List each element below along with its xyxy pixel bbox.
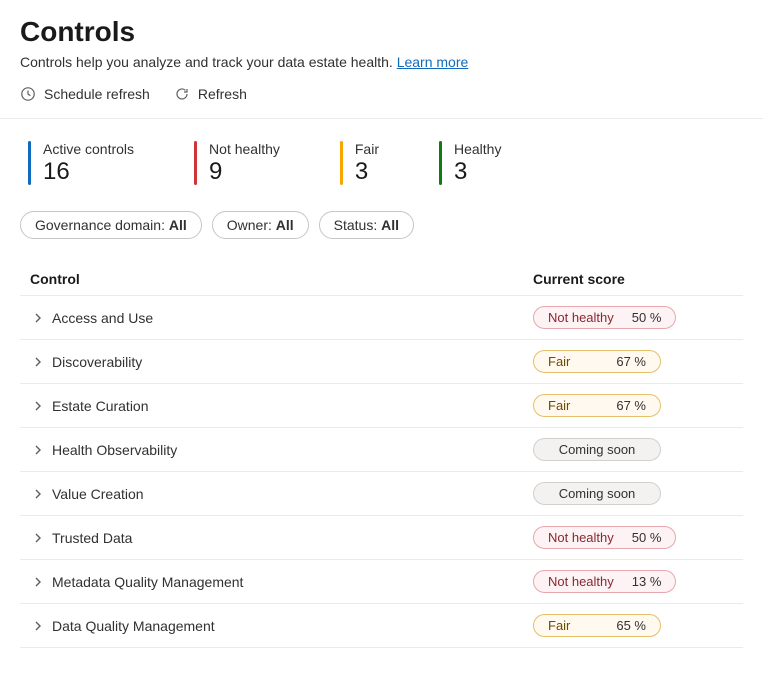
divider	[0, 118, 763, 119]
stat-value: 3	[454, 159, 501, 185]
control-name: Estate Curation	[46, 398, 533, 414]
filter-pill[interactable]: Owner: All	[212, 211, 309, 239]
schedule-refresh-label: Schedule refresh	[44, 86, 150, 102]
subtitle-text: Controls help you analyze and track your…	[20, 54, 397, 70]
controls-table: Control Current score Access and UseNot …	[20, 263, 743, 648]
score-cell: Not healthy 13 %	[533, 570, 733, 593]
table-row[interactable]: Trusted Data Not healthy 50 %	[20, 516, 743, 560]
toolbar: Schedule refresh Refresh	[20, 84, 743, 104]
badge-label: Fair	[548, 398, 570, 413]
stat-label: Fair	[355, 141, 379, 157]
status-badge: Fair 67 %	[533, 350, 661, 373]
badge-label: Coming soon	[559, 486, 636, 501]
table-row[interactable]: Data Quality Management Fair 65 %	[20, 604, 743, 648]
status-badge: Not healthy 13 %	[533, 570, 676, 593]
stat-value: 3	[355, 159, 379, 185]
stat-card: Active controls 16	[28, 141, 134, 185]
badge-label: Fair	[548, 618, 570, 633]
control-name: Data Quality Management	[46, 618, 533, 634]
badge-label: Not healthy	[548, 530, 614, 545]
page-subtitle: Controls help you analyze and track your…	[20, 54, 743, 70]
badge-label: Not healthy	[548, 574, 614, 589]
filter-pill[interactable]: Governance domain: All	[20, 211, 202, 239]
stat-bar	[194, 141, 197, 185]
stat-label: Not healthy	[209, 141, 280, 157]
control-name: Metadata Quality Management	[46, 574, 533, 590]
table-row[interactable]: Metadata Quality Management Not healthy 13…	[20, 560, 743, 604]
control-name: Discoverability	[46, 354, 533, 370]
score-cell: Coming soon	[533, 438, 733, 461]
score-cell: Coming soon	[533, 482, 733, 505]
chevron-right-icon	[30, 489, 46, 499]
control-name: Health Observability	[46, 442, 533, 458]
status-badge: Coming soon	[533, 438, 661, 461]
col-control-header: Control	[30, 271, 533, 287]
stat-value: 9	[209, 159, 280, 185]
badge-pct: 50 %	[632, 310, 662, 325]
score-cell: Fair 67 %	[533, 350, 733, 373]
status-badge: Fair 65 %	[533, 614, 661, 637]
col-score-header: Current score	[533, 271, 733, 287]
table-header: Control Current score	[20, 263, 743, 296]
badge-label: Not healthy	[548, 310, 614, 325]
learn-more-link[interactable]: Learn more	[397, 54, 469, 70]
badge-pct: 67 %	[616, 398, 646, 413]
chevron-right-icon	[30, 313, 46, 323]
stat-bar	[340, 141, 343, 185]
clock-icon	[20, 86, 36, 102]
table-row[interactable]: Value Creation Coming soon	[20, 472, 743, 516]
filter-value: All	[381, 217, 399, 233]
chevron-right-icon	[30, 533, 46, 543]
stat-card: Healthy 3	[439, 141, 501, 185]
refresh-label: Refresh	[198, 86, 247, 102]
stat-card: Not healthy 9	[194, 141, 280, 185]
badge-label: Coming soon	[559, 442, 636, 457]
refresh-icon	[174, 86, 190, 102]
stat-card: Fair 3	[340, 141, 379, 185]
stats-row: Active controls16Not healthy9Fair3Health…	[20, 135, 743, 205]
chevron-right-icon	[30, 621, 46, 631]
score-cell: Fair 67 %	[533, 394, 733, 417]
score-cell: Not healthy 50 %	[533, 306, 733, 329]
table-row[interactable]: Access and Use Not healthy 50 %	[20, 296, 743, 340]
refresh-button[interactable]: Refresh	[174, 84, 247, 104]
badge-label: Fair	[548, 354, 570, 369]
filter-value: All	[276, 217, 294, 233]
schedule-refresh-button[interactable]: Schedule refresh	[20, 84, 150, 104]
chevron-right-icon	[30, 357, 46, 367]
stat-label: Healthy	[454, 141, 501, 157]
filter-prefix: Status:	[334, 217, 381, 233]
status-badge: Fair 67 %	[533, 394, 661, 417]
status-badge: Not healthy 50 %	[533, 306, 676, 329]
chevron-right-icon	[30, 577, 46, 587]
stat-label: Active controls	[43, 141, 134, 157]
badge-pct: 13 %	[632, 574, 662, 589]
badge-pct: 65 %	[616, 618, 646, 633]
status-badge: Not healthy 50 %	[533, 526, 676, 549]
badge-pct: 67 %	[616, 354, 646, 369]
control-name: Value Creation	[46, 486, 533, 502]
filter-prefix: Governance domain:	[35, 217, 169, 233]
score-cell: Fair 65 %	[533, 614, 733, 637]
table-row[interactable]: Estate Curation Fair 67 %	[20, 384, 743, 428]
filter-row: Governance domain: AllOwner: AllStatus: …	[20, 211, 743, 239]
table-row[interactable]: Discoverability Fair 67 %	[20, 340, 743, 384]
stat-value: 16	[43, 159, 134, 185]
filter-pill[interactable]: Status: All	[319, 211, 414, 239]
score-cell: Not healthy 50 %	[533, 526, 733, 549]
page-title: Controls	[20, 16, 743, 48]
chevron-right-icon	[30, 445, 46, 455]
stat-bar	[28, 141, 31, 185]
chevron-right-icon	[30, 401, 46, 411]
filter-prefix: Owner:	[227, 217, 276, 233]
table-row[interactable]: Health Observability Coming soon	[20, 428, 743, 472]
status-badge: Coming soon	[533, 482, 661, 505]
control-name: Access and Use	[46, 310, 533, 326]
control-name: Trusted Data	[46, 530, 533, 546]
stat-bar	[439, 141, 442, 185]
filter-value: All	[169, 217, 187, 233]
badge-pct: 50 %	[632, 530, 662, 545]
